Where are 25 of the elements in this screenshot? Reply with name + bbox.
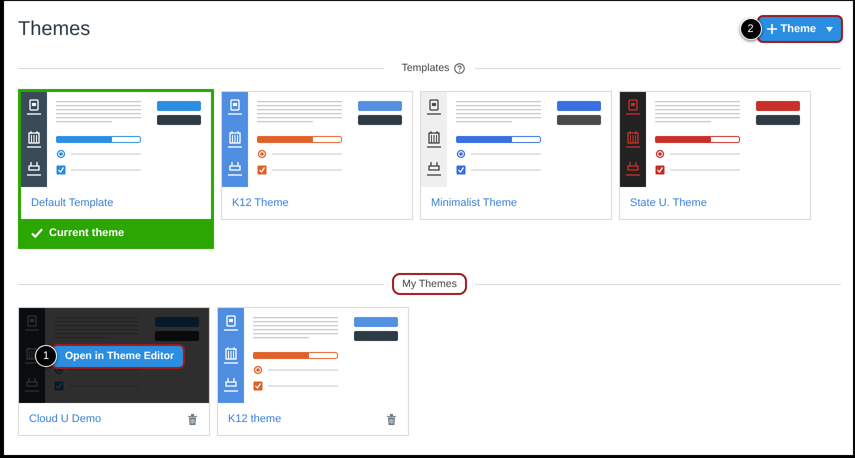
check-icon — [31, 228, 43, 238]
theme-card[interactable]: Minimalist Theme — [420, 91, 612, 220]
theme-card[interactable]: State U. Theme — [619, 91, 811, 220]
plus-icon — [766, 24, 777, 34]
section-heading: Templates — [400, 61, 450, 76]
current-theme-label: Current theme — [49, 226, 124, 238]
theme-name[interactable]: Cloud U Demo — [29, 413, 102, 425]
trash-icon[interactable] — [387, 414, 396, 424]
add-theme-button[interactable]: Theme — [758, 17, 841, 41]
theme-name[interactable]: K12 Theme — [232, 197, 289, 209]
page-title: Themes — [18, 18, 90, 40]
theme-card[interactable]: Default Template Current theme — [18, 89, 214, 249]
theme-name[interactable]: K12 theme — [228, 413, 282, 425]
open-editor-button[interactable]: Open in Theme Editor — [53, 346, 184, 366]
caret-icon — [826, 26, 833, 32]
theme-name[interactable]: State U. Theme — [630, 197, 707, 209]
theme-card[interactable]: 1 Open in Theme Editor Cloud U Demo — [18, 307, 210, 436]
theme-card[interactable]: K12 Theme — [221, 91, 413, 220]
theme-name[interactable]: Minimalist Theme — [431, 197, 517, 209]
help-icon[interactable] — [454, 62, 466, 74]
section-heading: My Themes — [394, 275, 465, 293]
theme-name[interactable]: Default Template — [31, 197, 114, 209]
trash-icon[interactable] — [188, 414, 197, 424]
step-callout: 2 — [740, 18, 762, 40]
theme-card[interactable]: K12 theme — [217, 307, 409, 436]
